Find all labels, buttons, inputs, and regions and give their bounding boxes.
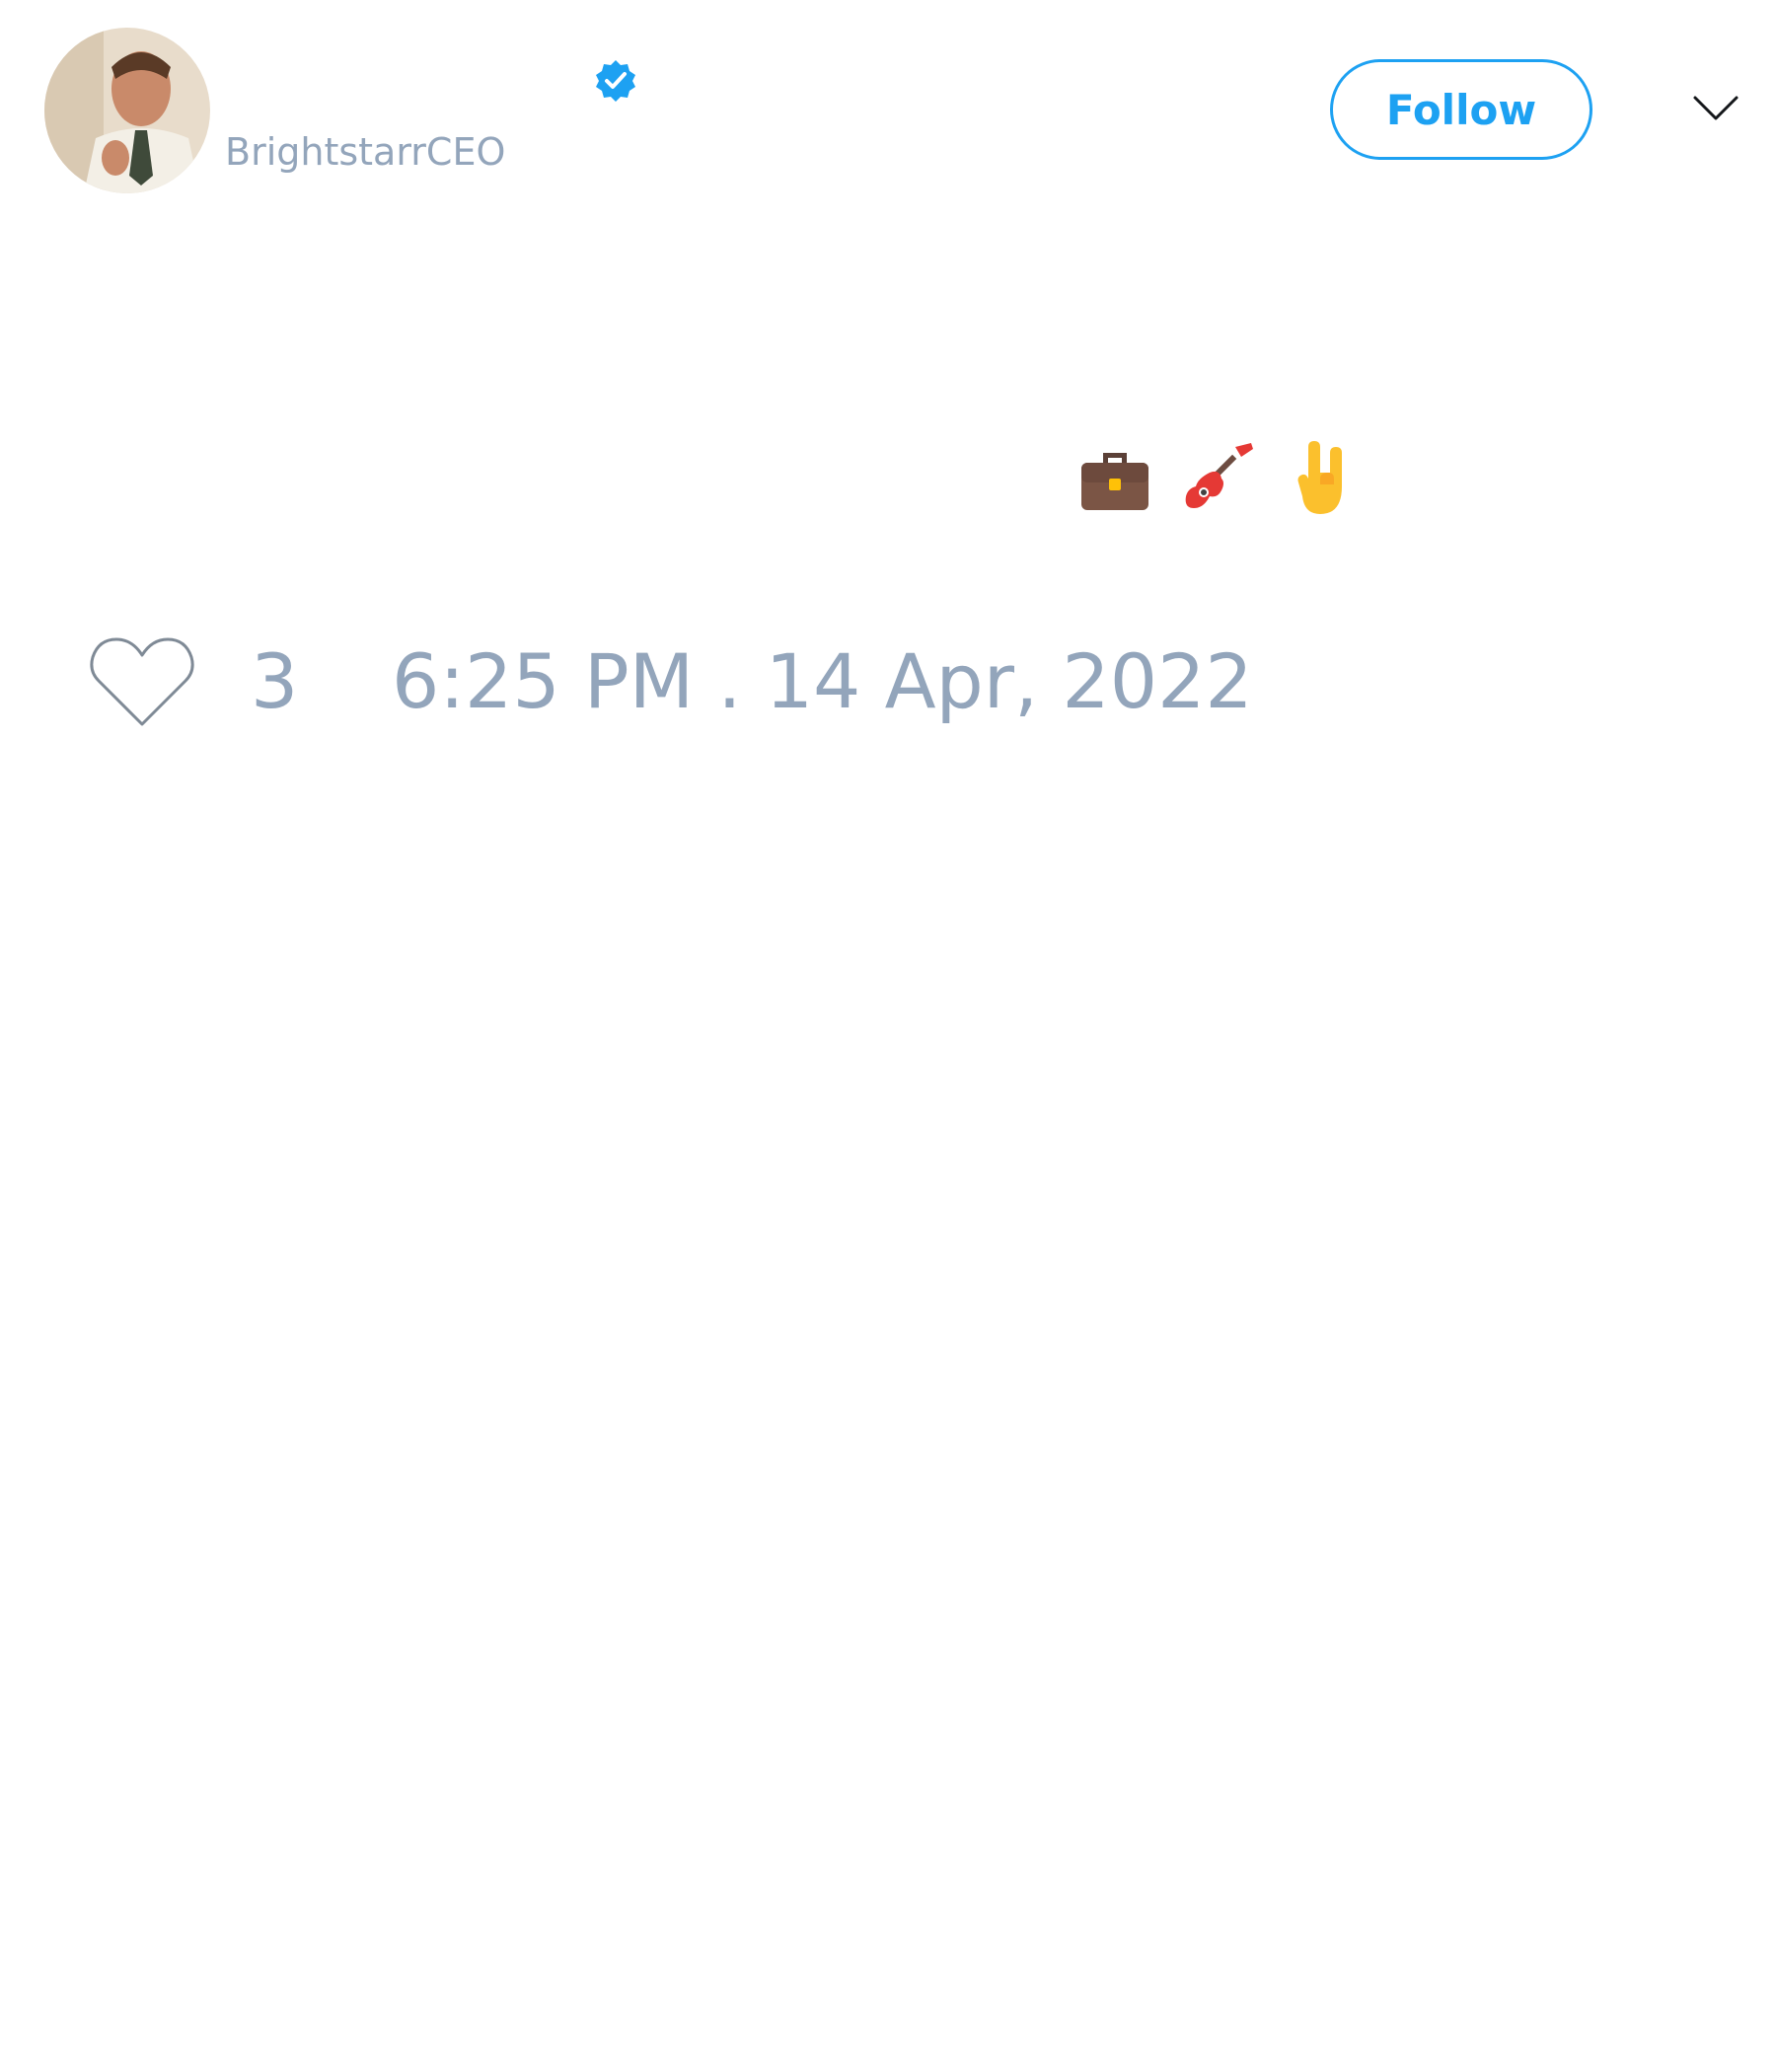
heart-outline-icon[interactable]	[89, 633, 195, 730]
sign-of-the-horns-icon	[1297, 441, 1342, 514]
chevron-down-icon[interactable]	[1692, 94, 1739, 123]
like-count: 3	[251, 637, 299, 725]
verified-badge-icon	[596, 60, 635, 102]
follow-button[interactable]: Follow	[1330, 59, 1592, 160]
briefcase-icon	[1081, 453, 1148, 510]
tweet-timestamp[interactable]: 6:25 PM . 14 Apr, 2022	[392, 636, 1253, 727]
avatar-photo	[44, 28, 210, 193]
tweet-text	[1075, 434, 1364, 523]
guitar-icon	[1185, 443, 1253, 508]
avatar[interactable]	[44, 28, 210, 193]
author-handle[interactable]: BrightstarrCEO	[225, 126, 505, 178]
